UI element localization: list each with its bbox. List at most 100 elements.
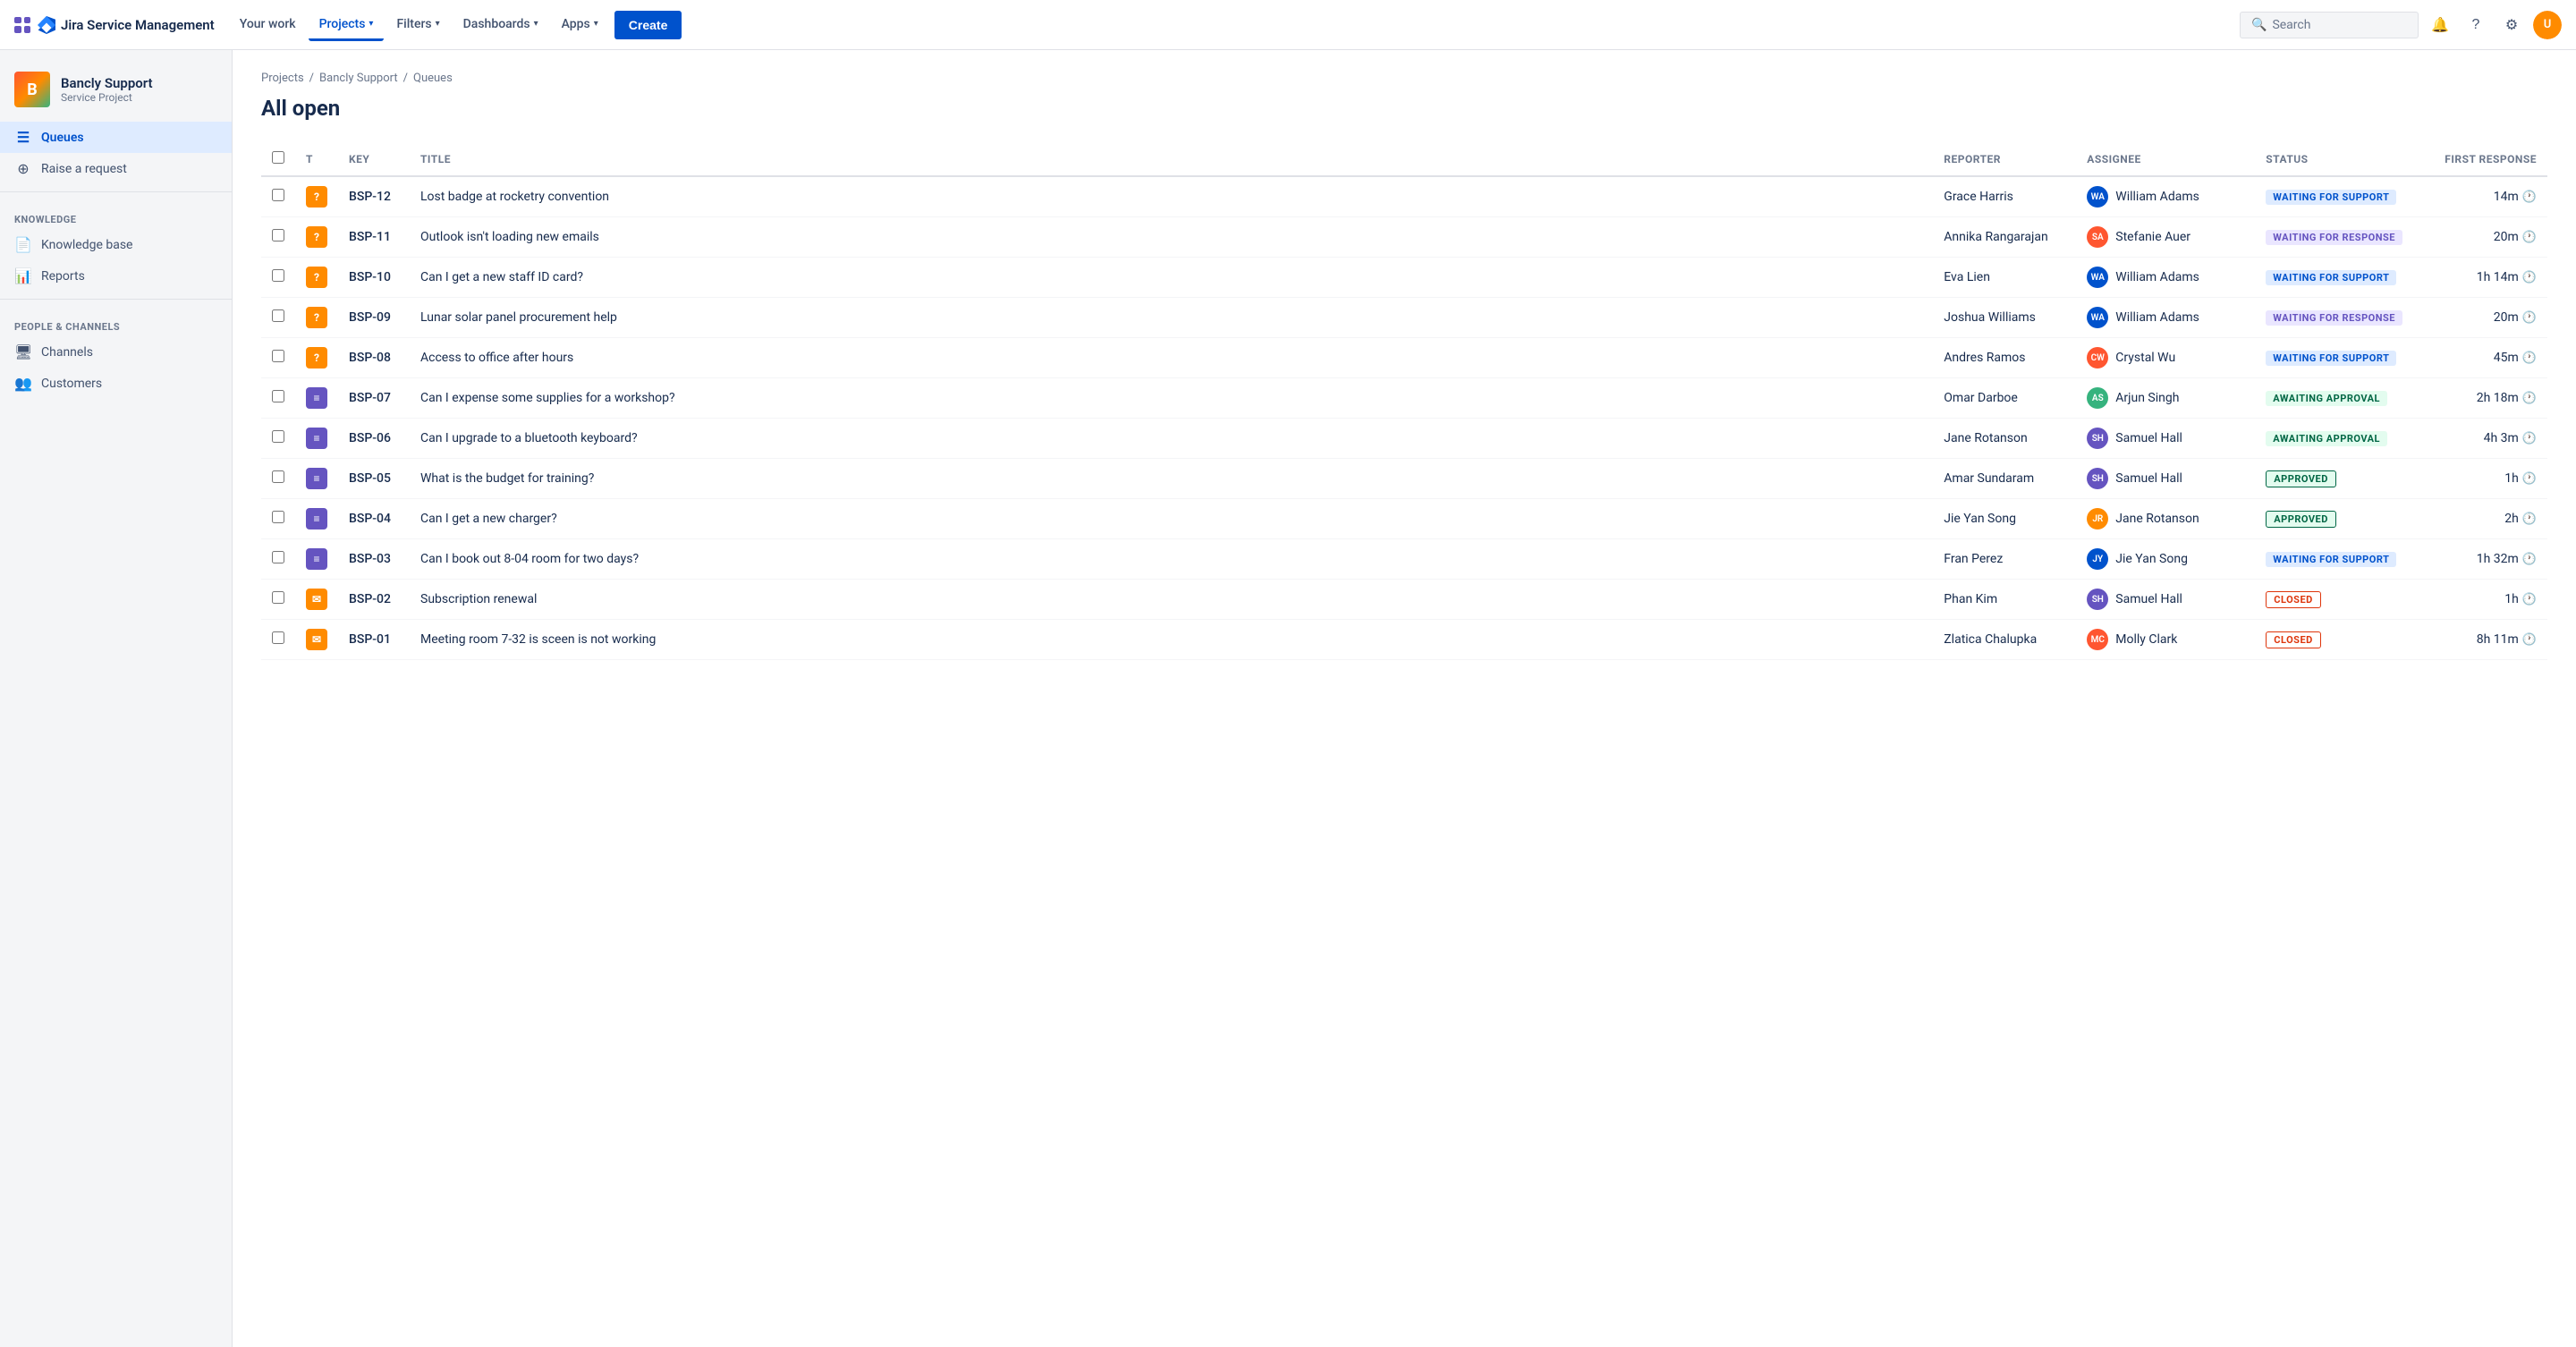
- row-title[interactable]: What is the budget for training?: [410, 459, 1933, 499]
- sidebar-label-raise: Raise a request: [41, 162, 127, 176]
- sidebar-item-raise-request[interactable]: ⊕ Raise a request: [0, 153, 232, 184]
- topnav: Jira Service Management Your work Projec…: [0, 0, 2576, 50]
- nav-apps[interactable]: Apps ▾: [551, 10, 609, 41]
- row-key[interactable]: BSP-08: [338, 338, 410, 378]
- assignee-avatar: JR: [2087, 508, 2108, 529]
- row-checkbox-cell: [261, 176, 295, 217]
- row-assignee: WA William Adams: [2076, 298, 2255, 338]
- assignee-name: Samuel Hall: [2115, 431, 2182, 445]
- response-time-value: 20m: [2494, 310, 2519, 325]
- row-key[interactable]: BSP-09: [338, 298, 410, 338]
- response-time-value: 2h: [2504, 512, 2519, 526]
- assignee-name: William Adams: [2115, 190, 2199, 204]
- row-key[interactable]: BSP-02: [338, 580, 410, 620]
- row-assignee: SH Samuel Hall: [2076, 580, 2255, 620]
- row-checkbox[interactable]: [272, 591, 284, 604]
- app-logo[interactable]: Jira Service Management: [14, 16, 215, 34]
- search-icon: 🔍: [2251, 18, 2267, 32]
- row-title[interactable]: Can I get a new charger?: [410, 499, 1933, 539]
- row-response: 45m 🕐: [2434, 338, 2547, 378]
- assignee-name: William Adams: [2115, 310, 2199, 325]
- col-response: First response: [2434, 142, 2547, 176]
- row-title[interactable]: Access to office after hours: [410, 338, 1933, 378]
- row-checkbox[interactable]: [272, 470, 284, 483]
- sidebar-item-customers[interactable]: 👥 Customers: [0, 368, 232, 399]
- row-status: AWAITING APPROVAL: [2255, 378, 2434, 419]
- row-checkbox[interactable]: [272, 309, 284, 322]
- row-checkbox-cell: [261, 258, 295, 298]
- breadcrumb-projects[interactable]: Projects: [261, 72, 304, 85]
- clock-icon: 🕐: [2522, 231, 2537, 244]
- response-time-value: 1h: [2504, 592, 2519, 606]
- table-row: ? BSP-12 Lost badge at rocketry conventi…: [261, 176, 2547, 217]
- nav-your-work[interactable]: Your work: [229, 10, 307, 41]
- select-all-checkbox[interactable]: [272, 151, 284, 164]
- notifications-button[interactable]: 🔔: [2426, 11, 2454, 39]
- sidebar-item-queues[interactable]: ☰ Queues: [0, 122, 232, 153]
- status-badge: AWAITING APPROVAL: [2266, 391, 2387, 406]
- sidebar-item-channels[interactable]: 🖥 Channels: [0, 336, 232, 368]
- row-checkbox[interactable]: [272, 189, 284, 201]
- queues-icon: ☰: [14, 129, 32, 146]
- row-title[interactable]: Lunar solar panel procurement help: [410, 298, 1933, 338]
- sidebar-item-knowledge-base[interactable]: 📄 Knowledge base: [0, 229, 232, 260]
- app-title: Jira Service Management: [61, 17, 215, 33]
- row-reporter: Jie Yan Song: [1933, 499, 2076, 539]
- sidebar-label-queues: Queues: [41, 131, 84, 145]
- row-assignee: CW Crystal Wu: [2076, 338, 2255, 378]
- row-checkbox[interactable]: [272, 269, 284, 282]
- nav-filters[interactable]: Filters ▾: [386, 10, 450, 41]
- row-key[interactable]: BSP-12: [338, 176, 410, 217]
- row-key[interactable]: BSP-01: [338, 620, 410, 660]
- row-checkbox-cell: [261, 620, 295, 660]
- create-button[interactable]: Create: [614, 11, 682, 39]
- row-title[interactable]: Lost badge at rocketry convention: [410, 176, 1933, 217]
- user-avatar[interactable]: U: [2533, 11, 2562, 39]
- search-input[interactable]: 🔍 Search: [2240, 12, 2419, 38]
- nav-projects[interactable]: Projects ▾: [309, 10, 385, 41]
- table-row: ≡ BSP-04 Can I get a new charger? Jie Ya…: [261, 499, 2547, 539]
- response-time-value: 45m: [2494, 351, 2519, 365]
- row-key[interactable]: BSP-03: [338, 539, 410, 580]
- status-badge: WAITING FOR RESPONSE: [2266, 230, 2402, 245]
- row-title[interactable]: Outlook isn't loading new emails: [410, 217, 1933, 258]
- project-icon: B: [14, 72, 50, 107]
- type-icon: ?: [306, 267, 327, 288]
- row-checkbox[interactable]: [272, 350, 284, 362]
- sidebar-item-reports[interactable]: 📊 Reports: [0, 260, 232, 292]
- table-row: ≡ BSP-06 Can I upgrade to a bluetooth ke…: [261, 419, 2547, 459]
- row-checkbox[interactable]: [272, 430, 284, 443]
- row-key[interactable]: BSP-04: [338, 499, 410, 539]
- row-key[interactable]: BSP-06: [338, 419, 410, 459]
- row-title[interactable]: Subscription renewal: [410, 580, 1933, 620]
- nav-dashboards[interactable]: Dashboards ▾: [453, 10, 549, 41]
- row-title[interactable]: Can I upgrade to a bluetooth keyboard?: [410, 419, 1933, 459]
- row-checkbox[interactable]: [272, 511, 284, 523]
- row-assignee: SA Stefanie Auer: [2076, 217, 2255, 258]
- clock-icon: 🕐: [2522, 513, 2537, 526]
- row-title[interactable]: Can I expense some supplies for a worksh…: [410, 378, 1933, 419]
- project-name: Bancly Support: [61, 75, 153, 91]
- settings-button[interactable]: ⚙: [2497, 11, 2526, 39]
- table-row: ? BSP-11 Outlook isn't loading new email…: [261, 217, 2547, 258]
- row-title[interactable]: Can I book out 8-04 room for two days?: [410, 539, 1933, 580]
- row-key[interactable]: BSP-11: [338, 217, 410, 258]
- row-checkbox[interactable]: [272, 631, 284, 644]
- row-status: AWAITING APPROVAL: [2255, 419, 2434, 459]
- breadcrumb-bancly[interactable]: Bancly Support: [319, 72, 398, 85]
- row-title[interactable]: Meeting room 7-32 is sceen is not workin…: [410, 620, 1933, 660]
- row-key[interactable]: BSP-07: [338, 378, 410, 419]
- row-reporter: Fran Perez: [1933, 539, 2076, 580]
- row-key[interactable]: BSP-10: [338, 258, 410, 298]
- row-checkbox[interactable]: [272, 229, 284, 241]
- row-checkbox[interactable]: [272, 551, 284, 563]
- row-key[interactable]: BSP-05: [338, 459, 410, 499]
- table-row: ? BSP-09 Lunar solar panel procurement h…: [261, 298, 2547, 338]
- row-reporter: Eva Lien: [1933, 258, 2076, 298]
- row-title[interactable]: Can I get a new staff ID card?: [410, 258, 1933, 298]
- row-checkbox[interactable]: [272, 390, 284, 402]
- sidebar-label-customers: Customers: [41, 377, 102, 391]
- help-button[interactable]: ?: [2462, 11, 2490, 39]
- type-icon: ?: [306, 226, 327, 248]
- assignee-avatar: JY: [2087, 548, 2108, 570]
